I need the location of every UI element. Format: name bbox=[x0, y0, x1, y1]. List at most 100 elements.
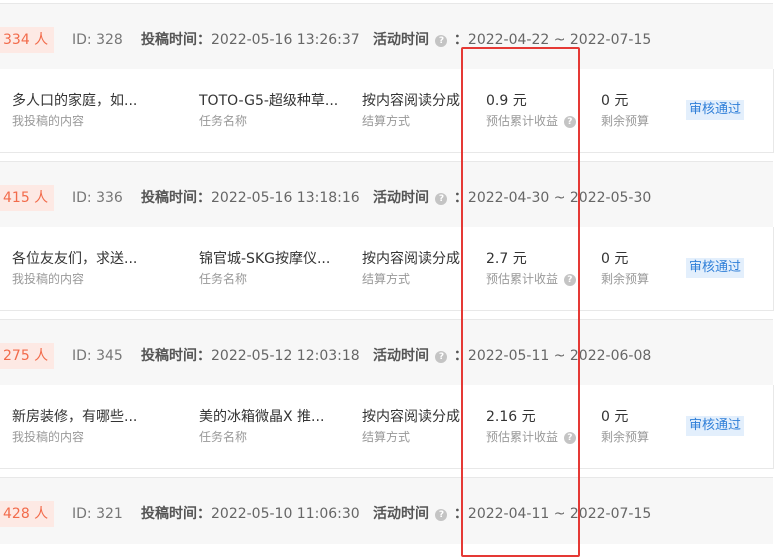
submit-time: 投稿时间：2022-05-12 12:03:18 bbox=[141, 343, 360, 369]
content-title[interactable]: 多人口的家庭，如... bbox=[12, 91, 137, 111]
content-label: 我投稿的内容 bbox=[12, 114, 85, 128]
activity-time: 活动时间 ? ：2022-04-22 ~ 2022-07-15 bbox=[373, 27, 651, 53]
task-label: 任务名称 bbox=[199, 430, 248, 444]
content-label: 我投稿的内容 bbox=[12, 430, 85, 444]
info-icon[interactable]: ? bbox=[563, 274, 576, 286]
card-header: 275 人 ID: 345 投稿时间：2022-05-12 12:03:18 活… bbox=[0, 319, 773, 386]
task-title[interactable]: 美的冰箱微晶X 推... bbox=[199, 407, 324, 427]
content-title[interactable]: 各位友友们，求送... bbox=[12, 249, 137, 269]
content-cell[interactable]: 各位友友们，求送... 我投稿的内容 bbox=[12, 249, 137, 287]
income-cell: 2.16 元 预估累计收益 ? bbox=[486, 407, 578, 445]
submit-time-label: 投稿时间： bbox=[141, 190, 211, 206]
card-body: 多人口的家庭，如... 我投稿的内容 TOTO-G5-超级种草... 任务名称 … bbox=[0, 69, 774, 153]
activity-time-colon: ： bbox=[453, 190, 468, 206]
settle-method: 按内容阅读分成 bbox=[362, 409, 460, 425]
settle-label: 结算方式 bbox=[362, 114, 411, 128]
remaining-budget-value: 0 元 bbox=[601, 93, 629, 109]
settle-method: 按内容阅读分成 bbox=[362, 93, 460, 109]
budget-cell: 0 元 剩余预算 bbox=[601, 407, 649, 445]
remaining-budget-label: 剩余预算 bbox=[601, 114, 650, 128]
activity-time-value: 2022-04-22 ~ 2022-07-15 bbox=[467, 32, 652, 48]
participant-count-badge: 334 人 bbox=[0, 27, 55, 53]
submit-time: 投稿时间：2022-05-10 11:06:30 bbox=[141, 501, 360, 527]
activity-time-label: 活动时间 bbox=[373, 348, 429, 364]
activity-time-value: 2022-04-11 ~ 2022-07-15 bbox=[467, 506, 652, 522]
remaining-budget-label: 剩余预算 bbox=[601, 272, 650, 286]
activity-time-value: 2022-04-30 ~ 2022-05-30 bbox=[467, 190, 652, 206]
budget-cell: 0 元 剩余预算 bbox=[601, 249, 649, 287]
submission-id: ID: 345 bbox=[72, 348, 123, 364]
estimated-income-label-text: 预估累计收益 bbox=[486, 272, 559, 286]
settle-label: 结算方式 bbox=[362, 272, 411, 286]
remaining-budget-value: 0 元 bbox=[601, 251, 629, 267]
estimated-income-label: 预估累计收益 ? bbox=[486, 113, 578, 129]
submit-time: 投稿时间：2022-05-16 13:26:37 bbox=[141, 27, 360, 53]
info-icon[interactable]: ? bbox=[563, 116, 576, 128]
income-cell: 2.7 元 预估累计收益 ? bbox=[486, 249, 578, 287]
estimated-income-value: 2.16 元 bbox=[486, 409, 536, 425]
participant-count-badge: 275 人 bbox=[0, 343, 55, 369]
participant-count-badge: 415 人 bbox=[0, 185, 55, 211]
settle-cell: 按内容阅读分成 结算方式 bbox=[362, 249, 464, 287]
status-badge: 审核通过 bbox=[686, 100, 745, 120]
participant-count-badge: 428 人 bbox=[0, 501, 55, 527]
status-badge: 审核通过 bbox=[686, 416, 745, 436]
submission-id: ID: 321 bbox=[72, 506, 123, 522]
activity-time-label: 活动时间 bbox=[373, 190, 429, 206]
content-title[interactable]: 新房装修，有哪些... bbox=[12, 407, 137, 427]
activity-time-value: 2022-05-11 ~ 2022-06-08 bbox=[467, 348, 652, 364]
activity-time-label: 活动时间 bbox=[373, 506, 429, 522]
estimated-income-label-text: 预估累计收益 bbox=[486, 114, 559, 128]
task-cell[interactable]: 锦官城-SKG按摩仪... 任务名称 bbox=[199, 249, 330, 287]
budget-cell: 0 元 剩余预算 bbox=[601, 91, 649, 129]
estimated-income-label-text: 预估累计收益 bbox=[486, 430, 559, 444]
task-cell[interactable]: TOTO-G5-超级种草... 任务名称 bbox=[199, 91, 338, 129]
submit-time-value: 2022-05-10 11:06:30 bbox=[211, 506, 360, 522]
card-header: 428 人 ID: 321 投稿时间：2022-05-10 11:06:30 活… bbox=[0, 477, 773, 544]
submit-time-label: 投稿时间： bbox=[141, 506, 211, 522]
content-cell[interactable]: 新房装修，有哪些... 我投稿的内容 bbox=[12, 407, 137, 445]
estimated-income-value: 2.7 元 bbox=[486, 251, 527, 267]
info-icon[interactable]: ? bbox=[435, 509, 448, 521]
card-body: 新房装修，有哪些... 我投稿的内容 美的冰箱微晶X 推... 任务名称 按内容… bbox=[0, 385, 774, 469]
submit-time-value: 2022-05-16 13:18:16 bbox=[211, 190, 360, 206]
task-cell[interactable]: 美的冰箱微晶X 推... 任务名称 bbox=[199, 407, 324, 445]
activity-time-colon: ： bbox=[453, 506, 468, 522]
card-header: 415 人 ID: 336 投稿时间：2022-05-16 13:18:16 活… bbox=[0, 161, 773, 228]
info-icon[interactable]: ? bbox=[435, 351, 448, 363]
activity-time: 活动时间 ? ：2022-05-11 ~ 2022-06-08 bbox=[373, 343, 651, 369]
activity-time-colon: ： bbox=[453, 348, 468, 364]
card-body: 各位友友们，求送... 我投稿的内容 锦官城-SKG按摩仪... 任务名称 按内… bbox=[0, 227, 774, 311]
submit-time: 投稿时间：2022-05-16 13:18:16 bbox=[141, 185, 360, 211]
remaining-budget-value: 0 元 bbox=[601, 409, 629, 425]
task-title[interactable]: TOTO-G5-超级种草... bbox=[199, 91, 338, 111]
submit-time-label: 投稿时间： bbox=[141, 32, 211, 48]
activity-time: 活动时间 ? ：2022-04-30 ~ 2022-05-30 bbox=[373, 185, 651, 211]
info-icon[interactable]: ? bbox=[435, 35, 448, 47]
settle-cell: 按内容阅读分成 结算方式 bbox=[362, 407, 464, 445]
settle-cell: 按内容阅读分成 结算方式 bbox=[362, 91, 464, 129]
task-label: 任务名称 bbox=[199, 272, 248, 286]
submit-time-value: 2022-05-12 12:03:18 bbox=[211, 348, 360, 364]
activity-time-colon: ： bbox=[453, 32, 468, 48]
content-cell[interactable]: 多人口的家庭，如... 我投稿的内容 bbox=[12, 91, 137, 129]
estimated-income-label: 预估累计收益 ? bbox=[486, 271, 578, 287]
submit-time-value: 2022-05-16 13:26:37 bbox=[211, 32, 360, 48]
info-icon[interactable]: ? bbox=[563, 432, 576, 444]
activity-time: 活动时间 ? ：2022-04-11 ~ 2022-07-15 bbox=[373, 501, 651, 527]
remaining-budget-label: 剩余预算 bbox=[601, 430, 650, 444]
task-label: 任务名称 bbox=[199, 114, 248, 128]
income-cell: 0.9 元 预估累计收益 ? bbox=[486, 91, 578, 129]
task-title[interactable]: 锦官城-SKG按摩仪... bbox=[199, 249, 330, 269]
estimated-income-label: 预估累计收益 ? bbox=[486, 429, 578, 445]
status-badge: 审核通过 bbox=[686, 258, 745, 278]
settle-label: 结算方式 bbox=[362, 430, 411, 444]
info-icon[interactable]: ? bbox=[435, 193, 448, 205]
submission-id: ID: 336 bbox=[72, 190, 123, 206]
content-label: 我投稿的内容 bbox=[12, 272, 85, 286]
submit-time-label: 投稿时间： bbox=[141, 348, 211, 364]
estimated-income-value: 0.9 元 bbox=[486, 93, 527, 109]
settle-method: 按内容阅读分成 bbox=[362, 251, 460, 267]
card-header: 334 人 ID: 328 投稿时间：2022-05-16 13:26:37 活… bbox=[0, 3, 773, 70]
submission-id: ID: 328 bbox=[72, 32, 123, 48]
